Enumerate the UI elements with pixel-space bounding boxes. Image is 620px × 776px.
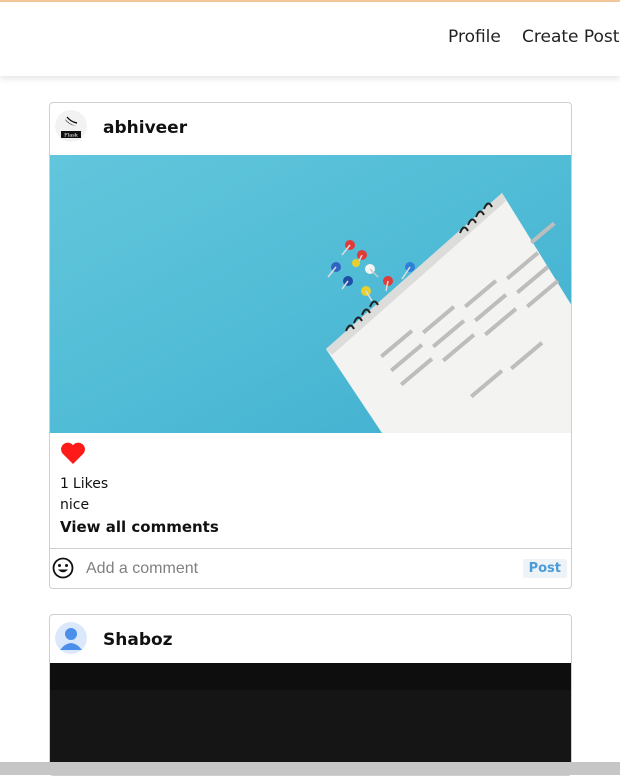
- post-header: Flask abhiveer: [50, 103, 571, 155]
- flask-logo-icon: Flask: [55, 110, 87, 142]
- horizontal-scrollbar[interactable]: [0, 762, 620, 775]
- avatar[interactable]: Flask: [55, 110, 87, 142]
- svg-text:Flask: Flask: [64, 133, 79, 139]
- likes-label: Likes: [72, 476, 109, 492]
- post-caption: nice: [60, 497, 90, 513]
- view-all-comments-link[interactable]: View all comments: [60, 518, 219, 536]
- emoji-smiley-icon[interactable]: [52, 557, 74, 579]
- navbar: Profile Create Post: [0, 2, 620, 76]
- post-header: Shaboz: [50, 615, 571, 667]
- likes-number: 1: [60, 476, 69, 492]
- post-comment-button[interactable]: Post: [522, 559, 567, 578]
- post-username[interactable]: Shaboz: [103, 630, 173, 650]
- post-card: Shaboz: [49, 614, 572, 776]
- nav-profile-link[interactable]: Profile: [448, 27, 501, 47]
- comment-input[interactable]: [84, 557, 508, 581]
- post-username[interactable]: abhiveer: [103, 118, 187, 138]
- likes-count: 1 Likes: [60, 476, 112, 492]
- avatar[interactable]: [55, 622, 87, 654]
- post-image: [50, 663, 571, 775]
- nav-create-post-link[interactable]: Create Post: [522, 27, 619, 47]
- post-card: Flask abhiveer 1 Likes nice View all com…: [49, 102, 572, 589]
- heart-like-icon[interactable]: [60, 441, 86, 465]
- default-user-avatar-icon: [55, 622, 87, 654]
- comment-bar: Post: [50, 548, 571, 588]
- post-image: [50, 155, 571, 433]
